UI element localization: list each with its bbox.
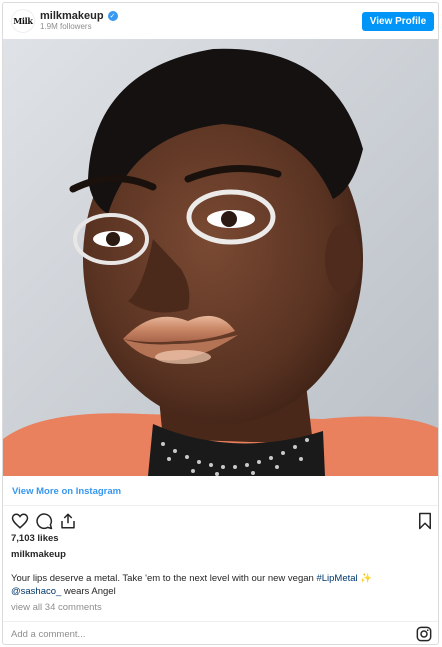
post-header: Milk milkmakeup ✓ 1.9M followers View Pr… (3, 3, 438, 39)
comment-input[interactable]: Add a comment... (11, 629, 85, 640)
view-comments-link[interactable]: view all 34 comments (11, 602, 102, 613)
caption-text-part2: wears Angel (61, 586, 116, 597)
username-row: milkmakeup ✓ (40, 9, 118, 23)
avatar[interactable]: Milk (11, 9, 35, 33)
caption-text: Your lips deserve a metal. Take 'em to t… (11, 572, 431, 598)
portrait-photo (3, 39, 438, 476)
username[interactable]: milkmakeup (40, 10, 104, 22)
share-icon[interactable] (59, 512, 77, 530)
view-more-row: View More on Instagram (3, 476, 438, 506)
mention-link[interactable]: @sashaco_ (11, 586, 61, 597)
view-more-link[interactable]: View More on Instagram (12, 486, 121, 497)
like-count[interactable]: 7,103 likes (11, 533, 59, 544)
sparkle-icon: ✨ (360, 573, 373, 584)
caption-username[interactable]: milkmakeup (11, 549, 66, 560)
action-bar (3, 508, 438, 534)
caption-text-part1: Your lips deserve a metal. Take 'em to t… (11, 573, 317, 584)
instagram-logo-icon[interactable] (416, 626, 432, 642)
instagram-embed-card: Milk milkmakeup ✓ 1.9M followers View Pr… (2, 2, 439, 645)
bookmark-icon[interactable] (416, 512, 434, 530)
view-profile-button[interactable]: View Profile (362, 12, 434, 31)
comment-icon[interactable] (35, 512, 53, 530)
post-photo[interactable] (3, 39, 438, 476)
verified-badge-icon: ✓ (107, 11, 118, 21)
comment-row: Add a comment... (3, 621, 438, 644)
hashtag-link[interactable]: #LipMetal (316, 573, 357, 584)
follower-count: 1.9M followers (40, 22, 92, 31)
heart-icon[interactable] (11, 512, 29, 530)
